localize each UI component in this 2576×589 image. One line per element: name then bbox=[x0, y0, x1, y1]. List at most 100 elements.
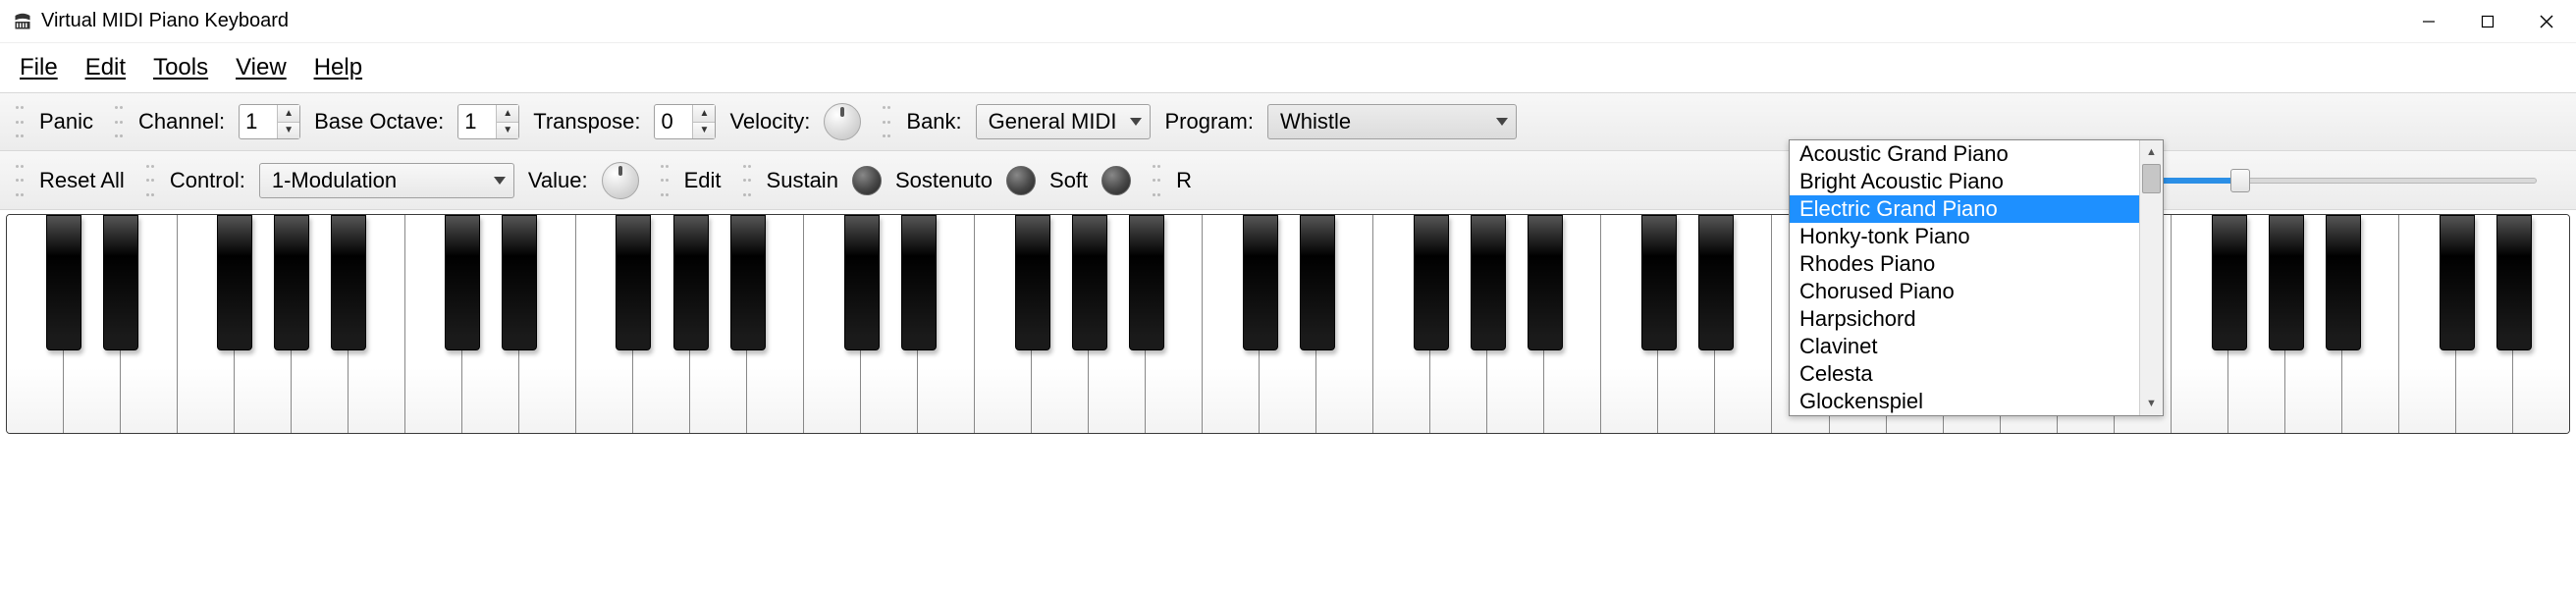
spinner-up-icon[interactable]: ▲ bbox=[278, 105, 299, 123]
scroll-down-icon[interactable]: ▼ bbox=[2140, 392, 2163, 415]
program-option[interactable]: Bright Acoustic Piano bbox=[1790, 168, 2139, 195]
program-combo[interactable]: Whistle bbox=[1267, 104, 1517, 139]
black-key[interactable] bbox=[274, 215, 309, 350]
base-octave-input[interactable] bbox=[458, 105, 496, 138]
spinner-up-icon[interactable]: ▲ bbox=[497, 105, 518, 123]
white-keys-row bbox=[7, 215, 2569, 433]
black-key[interactable] bbox=[445, 215, 480, 350]
toolbar-handle[interactable] bbox=[661, 165, 669, 196]
black-key[interactable] bbox=[2496, 215, 2532, 350]
reset-all-button[interactable]: Reset All bbox=[39, 168, 125, 193]
toolbar-handle[interactable] bbox=[743, 165, 751, 196]
maximize-button[interactable] bbox=[2458, 0, 2517, 43]
menu-edit[interactable]: Edit bbox=[85, 54, 126, 81]
menu-file[interactable]: File bbox=[20, 54, 58, 81]
program-option[interactable]: Honky-tonk Piano bbox=[1790, 223, 2139, 250]
r-partial-label: R bbox=[1176, 168, 1192, 193]
black-key[interactable] bbox=[1414, 215, 1449, 350]
toolbar-handle[interactable] bbox=[1153, 165, 1160, 196]
bank-label: Bank: bbox=[906, 109, 961, 134]
slider-thumb[interactable] bbox=[2230, 169, 2250, 192]
minimize-button[interactable] bbox=[2399, 0, 2458, 43]
menu-help[interactable]: Help bbox=[314, 54, 362, 81]
sostenuto-led[interactable] bbox=[1006, 166, 1036, 195]
black-key[interactable] bbox=[331, 215, 366, 350]
toolbar-handle[interactable] bbox=[16, 106, 24, 137]
window-title: Virtual MIDI Piano Keyboard bbox=[41, 10, 2399, 32]
black-key[interactable] bbox=[1129, 215, 1164, 350]
value-label: Value: bbox=[528, 168, 588, 193]
program-option[interactable]: Acoustic Grand Piano bbox=[1790, 140, 2139, 168]
black-key[interactable] bbox=[1300, 215, 1335, 350]
black-key[interactable] bbox=[103, 215, 138, 350]
sustain-label: Sustain bbox=[767, 168, 838, 193]
piano-keyboard bbox=[6, 214, 2570, 434]
scroll-thumb[interactable] bbox=[2142, 164, 2161, 193]
black-key[interactable] bbox=[1072, 215, 1107, 350]
spinner-down-icon[interactable]: ▼ bbox=[693, 123, 715, 139]
scroll-track[interactable] bbox=[2140, 164, 2163, 392]
black-key[interactable] bbox=[1528, 215, 1563, 350]
sostenuto-label: Sostenuto bbox=[895, 168, 993, 193]
scroll-up-icon[interactable]: ▲ bbox=[2140, 140, 2163, 164]
black-key[interactable] bbox=[730, 215, 766, 350]
menu-view[interactable]: View bbox=[236, 54, 287, 81]
toolbar-handle[interactable] bbox=[146, 165, 154, 196]
black-key[interactable] bbox=[1698, 215, 1734, 350]
volume-slider[interactable] bbox=[2124, 169, 2537, 192]
program-option[interactable]: Electric Grand Piano bbox=[1790, 195, 2139, 223]
app-icon bbox=[14, 13, 31, 30]
black-key[interactable] bbox=[46, 215, 81, 350]
black-key[interactable] bbox=[1641, 215, 1677, 350]
black-key[interactable] bbox=[2326, 215, 2361, 350]
base-octave-spinner[interactable]: ▲▼ bbox=[457, 104, 519, 139]
program-option[interactable]: Celesta bbox=[1790, 360, 2139, 388]
menu-bar: File Edit Tools View Help bbox=[0, 43, 2576, 92]
program-value: Whistle bbox=[1280, 109, 1351, 134]
soft-led[interactable] bbox=[1101, 166, 1131, 195]
black-key[interactable] bbox=[502, 215, 537, 350]
window-buttons bbox=[2399, 0, 2576, 43]
sustain-led[interactable] bbox=[852, 166, 882, 195]
black-key[interactable] bbox=[1015, 215, 1050, 350]
black-key[interactable] bbox=[616, 215, 651, 350]
program-option[interactable]: Harpsichord bbox=[1790, 305, 2139, 333]
channel-spinner[interactable]: ▲▼ bbox=[239, 104, 300, 139]
base-octave-label: Base Octave: bbox=[314, 109, 444, 134]
black-key[interactable] bbox=[2212, 215, 2247, 350]
value-knob[interactable] bbox=[602, 162, 639, 199]
spinner-down-icon[interactable]: ▼ bbox=[497, 123, 518, 139]
black-key[interactable] bbox=[2440, 215, 2475, 350]
black-key[interactable] bbox=[1243, 215, 1278, 350]
black-key[interactable] bbox=[1471, 215, 1506, 350]
program-list: Acoustic Grand PianoBright Acoustic Pian… bbox=[1790, 140, 2139, 415]
program-option[interactable]: Rhodes Piano bbox=[1790, 250, 2139, 278]
control-value: 1-Modulation bbox=[272, 168, 397, 193]
close-button[interactable] bbox=[2517, 0, 2576, 43]
channel-input[interactable] bbox=[240, 105, 277, 138]
black-key[interactable] bbox=[2269, 215, 2304, 350]
velocity-knob[interactable] bbox=[824, 103, 861, 140]
toolbar-handle[interactable] bbox=[16, 165, 24, 196]
black-key[interactable] bbox=[901, 215, 937, 350]
program-option[interactable]: Clavinet bbox=[1790, 333, 2139, 360]
spinner-down-icon[interactable]: ▼ bbox=[278, 123, 299, 139]
spinner-up-icon[interactable]: ▲ bbox=[693, 105, 715, 123]
control-combo[interactable]: 1-Modulation bbox=[259, 163, 514, 198]
program-option[interactable]: Chorused Piano bbox=[1790, 278, 2139, 305]
toolbar-handle[interactable] bbox=[115, 106, 123, 137]
dropdown-scrollbar[interactable]: ▲ ▼ bbox=[2139, 140, 2163, 415]
panic-button[interactable]: Panic bbox=[39, 109, 93, 134]
menu-tools[interactable]: Tools bbox=[153, 54, 208, 81]
program-option[interactable]: Glockenspiel bbox=[1790, 388, 2139, 415]
soft-label: Soft bbox=[1049, 168, 1088, 193]
transpose-input[interactable] bbox=[655, 105, 692, 138]
transpose-spinner[interactable]: ▲▼ bbox=[654, 104, 716, 139]
chevron-down-icon bbox=[494, 177, 506, 185]
black-key[interactable] bbox=[673, 215, 709, 350]
edit-button[interactable]: Edit bbox=[684, 168, 722, 193]
bank-combo[interactable]: General MIDI bbox=[976, 104, 1152, 139]
black-key[interactable] bbox=[844, 215, 880, 350]
toolbar-handle[interactable] bbox=[883, 106, 890, 137]
black-key[interactable] bbox=[217, 215, 252, 350]
